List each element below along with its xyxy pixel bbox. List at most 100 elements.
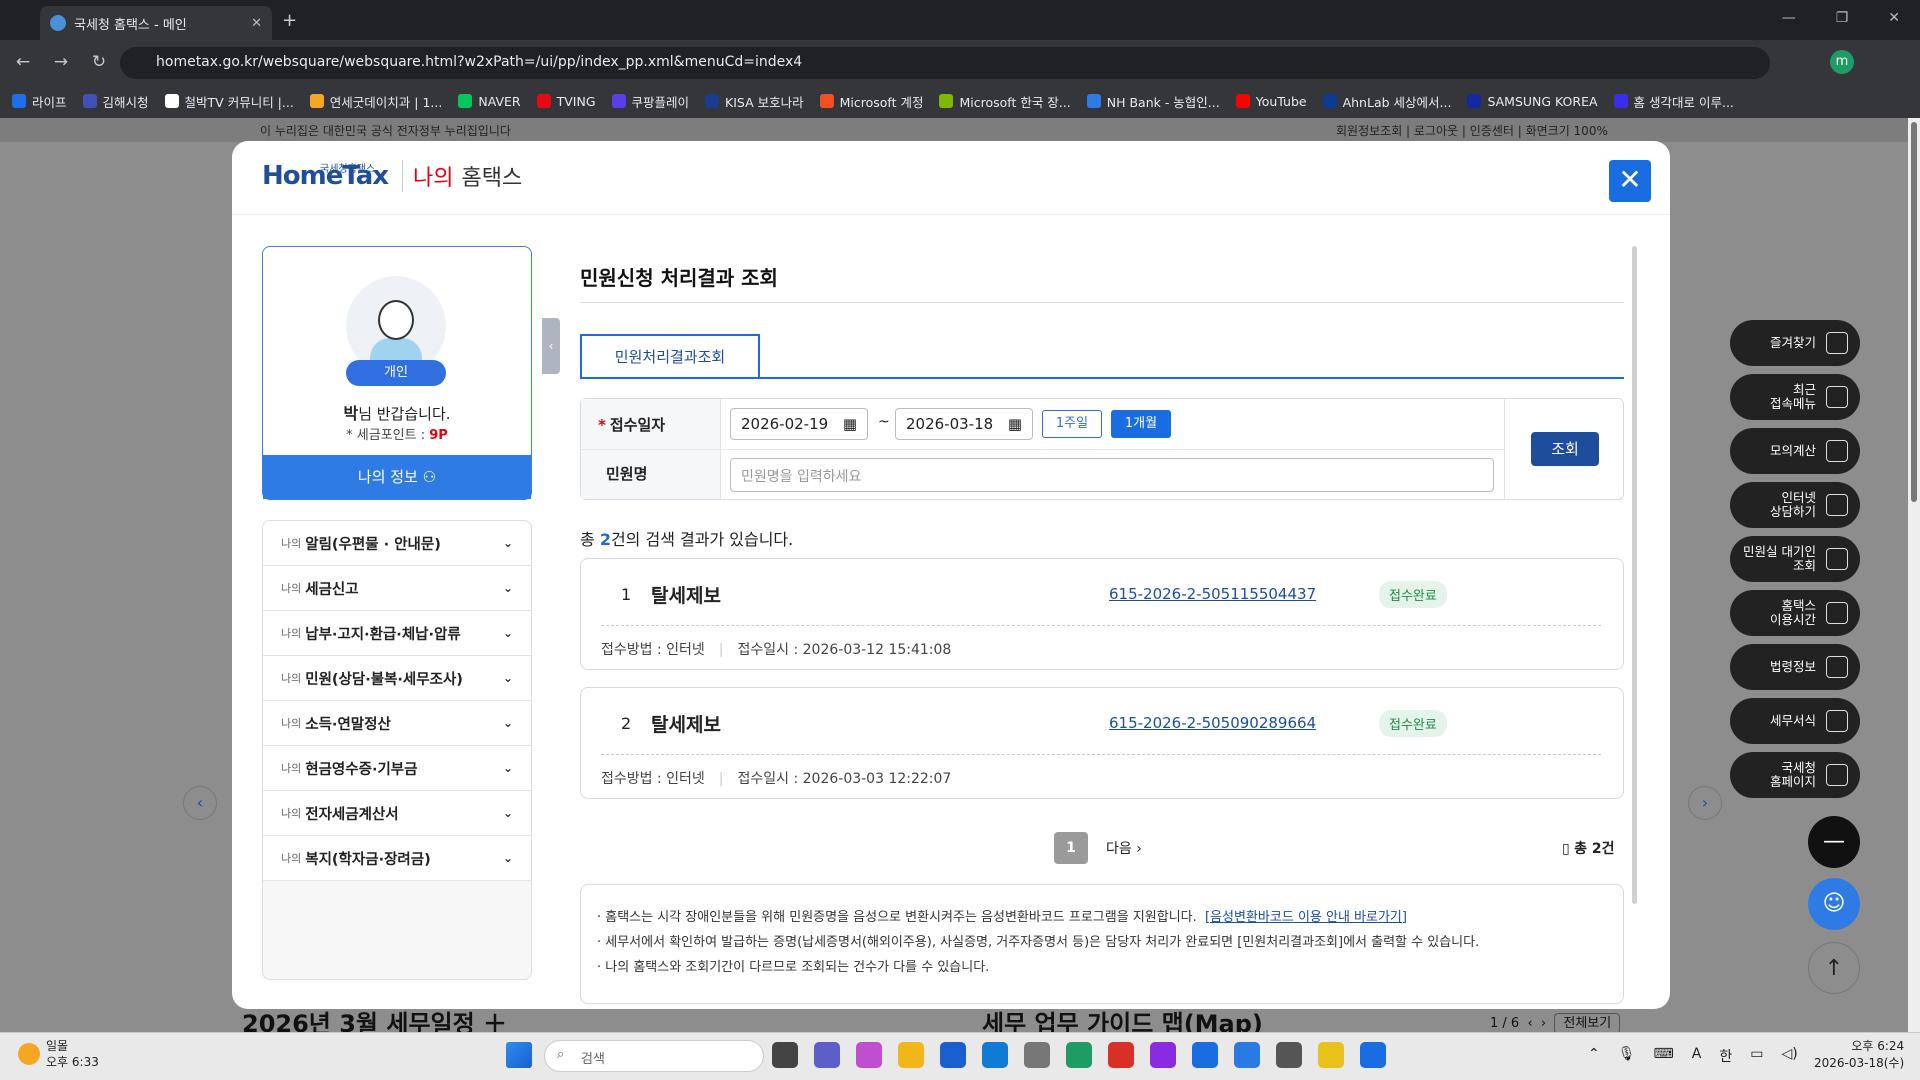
bookmark-item[interactable]: SAMSUNG KOREA xyxy=(1467,93,1598,109)
keyboard-icon[interactable]: ⌨ xyxy=(1654,1046,1674,1066)
bookmark-item[interactable]: Microsoft 한국 장... xyxy=(939,92,1071,111)
prev-arrow-icon[interactable]: ‹ xyxy=(183,786,217,820)
start-button[interactable] xyxy=(506,1042,532,1068)
taskbar-app-icon[interactable] xyxy=(1360,1042,1386,1068)
bookmark-item[interactable]: YouTube xyxy=(1235,94,1307,109)
receipt-number-link[interactable]: 615-2026-2-505090289664 xyxy=(1109,714,1316,732)
taskbar-app-icon[interactable] xyxy=(856,1042,882,1068)
floating-form-button[interactable]: 세무서식 xyxy=(1730,698,1860,744)
bookmark-item[interactable]: KISA 보호나라 xyxy=(705,92,804,111)
taskbar-app-icon[interactable] xyxy=(1192,1042,1218,1068)
mic-icon[interactable]: 🎙 xyxy=(1618,1046,1636,1066)
next-page-link[interactable]: 다음 › xyxy=(1106,838,1142,858)
taskbar-app-icon[interactable] xyxy=(982,1042,1008,1068)
taskbar-app-icon[interactable] xyxy=(1108,1042,1134,1068)
floating-star-button[interactable]: 즐겨찾기 xyxy=(1730,320,1860,366)
bookmark-label: 라이프 xyxy=(32,94,67,110)
clock[interactable]: 오후 6:24 2026-03-18(수) xyxy=(1814,1038,1904,1072)
floating-person-search-button[interactable]: 민원실 대기인 조회 xyxy=(1730,536,1860,582)
taskbar-app-icon[interactable] xyxy=(898,1042,924,1068)
minimize-icon[interactable]: — xyxy=(1782,10,1796,26)
side-menu-item[interactable]: 나의 세금신고 ⌄ xyxy=(263,566,531,611)
floating-label: 인터넷 상담하기 xyxy=(1769,490,1816,519)
my-info-button[interactable]: 나의 정보 ⚇ xyxy=(263,455,531,499)
chevron-down-icon: ⌄ xyxy=(502,716,513,730)
one-week-button[interactable]: 1주일 xyxy=(1042,410,1102,438)
lang-indicator[interactable]: 한 xyxy=(1719,1046,1732,1066)
view-all-button[interactable]: 전체보기 xyxy=(1554,1013,1621,1034)
window-close-icon[interactable]: ✕ xyxy=(1888,10,1900,26)
modal-close-button[interactable]: ✕ xyxy=(1609,160,1651,202)
tab-result-lookup[interactable]: 민원처리결과조회 xyxy=(580,334,760,378)
taskbar-app-icon[interactable] xyxy=(1276,1042,1302,1068)
tab-close-icon[interactable]: ✕ xyxy=(251,16,262,31)
complaint-name-input[interactable]: 민원명을 입력하세요 xyxy=(730,458,1494,492)
search-button[interactable]: 조회 xyxy=(1531,432,1599,466)
floating-gavel-button[interactable]: 법령정보 xyxy=(1730,644,1860,690)
taskbar-app-icon[interactable] xyxy=(772,1042,798,1068)
minimize-floating-button[interactable]: — xyxy=(1808,816,1860,868)
next-arrow-icon[interactable]: › xyxy=(1688,786,1722,820)
floating-building-button[interactable]: 국세청 홈페이지 xyxy=(1730,752,1860,798)
ime-icon[interactable]: A xyxy=(1692,1046,1702,1066)
floating-calculator-button[interactable]: 모의계산 xyxy=(1730,428,1860,474)
weather-widget[interactable]: 일몰 오후 6:33 xyxy=(18,1038,99,1070)
modal-scrollbar[interactable] xyxy=(1632,246,1637,904)
bookmark-item[interactable]: NH Bank - 농협인... xyxy=(1086,92,1220,111)
floating-label: 세무서식 xyxy=(1769,713,1816,728)
profile-avatar[interactable]: m xyxy=(1830,50,1854,74)
volume-icon[interactable]: ◁) xyxy=(1781,1046,1797,1066)
bookmark-item[interactable]: NAVER xyxy=(458,94,521,109)
bookmark-item[interactable]: AhnLab 세상에서... xyxy=(1322,92,1451,111)
receipt-method: 접수방법 : 인터넷 xyxy=(601,642,705,658)
side-menu-item[interactable]: 나의 납부·고지·환급·체납·압류 ⌄ xyxy=(263,611,531,656)
bookmark-item[interactable]: 홈 생각대로 이루... xyxy=(1613,92,1734,111)
barcode-guide-link[interactable]: [음성변환바코드 이용 안내 바로가기] xyxy=(1205,910,1407,925)
side-menu-item[interactable]: 나의 소득·연말정산 ⌄ xyxy=(263,701,531,746)
chevron-down-icon: ⌄ xyxy=(502,536,513,550)
receipt-number-link[interactable]: 615-2026-2-505115504437 xyxy=(1109,585,1316,603)
bookmark-item[interactable]: TVING xyxy=(536,94,596,109)
bookmark-item[interactable]: 철박TV 커뮤니티 |... xyxy=(164,92,294,111)
floating-chat-button[interactable]: 인터넷 상담하기 xyxy=(1730,482,1860,528)
page-scrollbar[interactable] xyxy=(1908,118,1920,1032)
side-menu-item[interactable]: 나의 현금영수증·기부금 ⌄ xyxy=(263,746,531,791)
chatbot-button[interactable]: ☺ xyxy=(1808,878,1860,930)
one-month-button[interactable]: 1개월 xyxy=(1111,410,1171,438)
address-bar[interactable]: hometax.go.kr/websquare/websquare.html?w… xyxy=(120,47,1770,79)
back-icon[interactable]: ← xyxy=(8,52,38,72)
reload-icon[interactable]: ↻ xyxy=(84,52,114,72)
floating-clock-button[interactable]: 최근 접속메뉴 xyxy=(1730,374,1860,420)
forward-icon[interactable]: → xyxy=(46,52,76,72)
taskbar-app-icon[interactable] xyxy=(1066,1042,1092,1068)
bookmark-label: SAMSUNG KOREA xyxy=(1487,93,1598,109)
bookmark-item[interactable]: 라이프 xyxy=(12,92,67,111)
bookmark-item[interactable]: 쿠팡플레이 xyxy=(611,92,689,111)
taskbar-app-icon[interactable] xyxy=(1024,1042,1050,1068)
date-from-field[interactable]: 2026-02-19 ▦ xyxy=(730,408,868,440)
taskbar-app-icon[interactable] xyxy=(814,1042,840,1068)
date-to-field[interactable]: 2026-03-18 ▦ xyxy=(895,408,1033,440)
taskbar-app-icon[interactable] xyxy=(1318,1042,1344,1068)
taskbar-app-icon[interactable] xyxy=(1150,1042,1176,1068)
chevron-up-icon[interactable]: ⌃ xyxy=(1588,1046,1600,1066)
bookmark-item[interactable]: 연세굿데이치과 | 1... xyxy=(309,92,442,111)
page-number-current[interactable]: 1 xyxy=(1054,832,1088,864)
taskbar-app-icon[interactable] xyxy=(940,1042,966,1068)
new-tab-button[interactable]: + xyxy=(282,10,297,31)
side-menu-item[interactable]: 나의 알림(우편물 · 안내문) ⌄ xyxy=(263,521,531,566)
bookmark-item[interactable]: Microsoft 계정 xyxy=(819,92,923,111)
restore-icon[interactable]: ❐ xyxy=(1836,10,1849,26)
taskbar-app-icon[interactable] xyxy=(1234,1042,1260,1068)
side-menu-item[interactable]: 나의 민원(상담·불복·세무조사) ⌄ xyxy=(263,656,531,701)
taskbar-search[interactable]: ⌕ 검색 xyxy=(544,1040,764,1072)
scroll-top-button[interactable]: ↑ xyxy=(1808,942,1860,994)
floating-time-button[interactable]: 홈택스 이용시간 xyxy=(1730,590,1860,636)
network-icon[interactable]: ▭ xyxy=(1750,1046,1763,1066)
side-menu-item[interactable]: 나의 전자세금계산서 ⌄ xyxy=(263,791,531,836)
browser-tab[interactable]: 국세청 홈택스 - 메인 ✕ xyxy=(40,6,272,40)
bookmark-label: Microsoft 한국 장... xyxy=(959,94,1071,110)
collapse-panel-button[interactable]: ‹ xyxy=(542,318,560,374)
side-menu-item[interactable]: 나의 복지(학자금·장려금) ⌄ xyxy=(263,836,531,881)
bookmark-item[interactable]: 김해시청 xyxy=(82,92,149,111)
